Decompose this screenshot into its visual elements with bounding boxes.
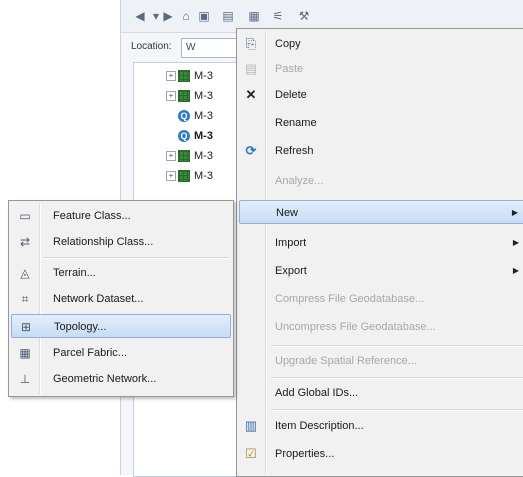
geometric-network-icon: ⊥ bbox=[19, 372, 31, 386]
back-arrow-icon[interactable]: ◀ bbox=[133, 9, 147, 23]
tree-item[interactable]: + M-3 bbox=[134, 67, 246, 85]
menu-item-label: Copy bbox=[275, 38, 301, 50]
query-icon: Q bbox=[178, 110, 190, 122]
tree-item[interactable]: Q M-3 bbox=[134, 107, 246, 125]
tree-item[interactable]: + M-3 bbox=[134, 87, 246, 105]
menu-item-paste[interactable]: ▤ Paste bbox=[239, 57, 523, 81]
expand-icon[interactable]: + bbox=[166, 71, 176, 81]
location-value: W bbox=[186, 42, 196, 53]
network-dataset-icon: ⌗ bbox=[21, 292, 29, 306]
location-label: Location: bbox=[131, 41, 172, 52]
menu-item-label: Item Description... bbox=[275, 420, 364, 432]
menu-item-label: Export bbox=[275, 265, 307, 277]
tool-icon[interactable]: ⚒ bbox=[297, 9, 311, 23]
menu-item-label: Properties... bbox=[275, 448, 335, 460]
menu-separator bbox=[271, 377, 523, 379]
menu-item-label: Delete bbox=[275, 89, 307, 101]
table-icon bbox=[178, 70, 190, 82]
submenu-item-geometric-network[interactable]: ⊥ Geometric Network... bbox=[11, 367, 231, 391]
expand-icon[interactable]: + bbox=[166, 151, 176, 161]
tree-item-label: M-3 bbox=[194, 70, 213, 82]
menu-item-properties[interactable]: ☑ Properties... bbox=[239, 442, 523, 466]
expand-icon[interactable]: + bbox=[166, 91, 176, 101]
menu-item-label: New bbox=[276, 207, 299, 219]
tree-item[interactable]: + M-3 bbox=[134, 147, 246, 165]
menu-item-copy[interactable]: ⎘ Copy bbox=[239, 32, 523, 56]
menu-item-label: Refresh bbox=[275, 145, 314, 157]
menu-item-label: Feature Class... bbox=[53, 210, 131, 222]
menu-item-label: Relationship Class... bbox=[53, 236, 154, 248]
table-icon bbox=[178, 170, 190, 182]
menu-item-item-description[interactable]: ▥ Item Description... bbox=[239, 414, 523, 438]
menu-separator bbox=[271, 409, 523, 411]
menu-item-uncompress[interactable]: Uncompress File Geodatabase... bbox=[239, 315, 523, 339]
query-icon: Q bbox=[178, 130, 190, 142]
submenu-item-relationship-class[interactable]: ⇄ Relationship Class... bbox=[11, 230, 231, 254]
parcel-fabric-icon: ▦ bbox=[19, 346, 31, 360]
delete-icon: ✕ bbox=[245, 87, 257, 102]
expand-icon[interactable]: + bbox=[166, 171, 176, 181]
submenu-item-terrain[interactable]: ◬ Terrain... bbox=[11, 261, 231, 285]
submenu-item-network-dataset[interactable]: ⌗ Network Dataset... bbox=[11, 287, 231, 311]
menu-separator bbox=[43, 257, 229, 259]
menu-item-label: Import bbox=[275, 237, 307, 249]
menu-item-label: Topology... bbox=[54, 321, 107, 333]
topology-icon: ⊞ bbox=[20, 320, 32, 334]
view-icon[interactable]: ▦ bbox=[247, 9, 261, 23]
tree-item-label: M-3 bbox=[194, 170, 213, 182]
menu-item-label: Upgrade Spatial Reference... bbox=[275, 355, 417, 367]
menu-item-analyze[interactable]: Analyze... bbox=[239, 169, 523, 193]
connect-folder-icon[interactable]: ▤ bbox=[221, 9, 235, 23]
menu-item-label: Geometric Network... bbox=[53, 373, 157, 385]
forward-arrow-icon[interactable]: ▶ bbox=[161, 9, 175, 23]
tree-item-label: M-3 bbox=[194, 110, 213, 122]
properties-icon: ☑ bbox=[245, 446, 257, 461]
copy-icon: ⎘ bbox=[245, 36, 257, 51]
table-icon bbox=[178, 90, 190, 102]
menu-item-label: Compress File Geodatabase... bbox=[275, 293, 425, 305]
submenu-item-topology[interactable]: ⊞ Topology... bbox=[11, 314, 231, 338]
menu-separator bbox=[271, 345, 523, 347]
menu-item-compress[interactable]: Compress File Geodatabase... bbox=[239, 287, 523, 311]
menu-item-label: Uncompress File Geodatabase... bbox=[275, 321, 436, 333]
menu-item-add-global-ids[interactable]: Add Global IDs... bbox=[239, 381, 523, 405]
context-menu: ⎘ Copy ▤ Paste ✕ Delete Rename ⟳ Refresh… bbox=[236, 28, 523, 477]
menu-item-new[interactable]: New ▶ bbox=[239, 200, 523, 224]
menu-item-import[interactable]: Import ▶ bbox=[239, 231, 523, 255]
menu-item-label: Analyze... bbox=[275, 175, 324, 187]
submenu-arrow-icon: ▶ bbox=[512, 238, 519, 247]
feature-class-icon: ▭ bbox=[19, 209, 31, 223]
relationship-class-icon: ⇄ bbox=[19, 235, 31, 249]
home-icon[interactable]: ⌂ bbox=[179, 9, 193, 23]
submenu-arrow-icon: ▶ bbox=[512, 266, 519, 275]
submenu-item-feature-class[interactable]: ▭ Feature Class... bbox=[11, 204, 231, 228]
options-icon[interactable]: ⚟ bbox=[271, 9, 285, 23]
menu-item-upgrade[interactable]: Upgrade Spatial Reference... bbox=[239, 349, 523, 373]
tree-item-label: M-3 bbox=[194, 130, 213, 142]
terrain-icon: ◬ bbox=[20, 266, 30, 280]
menu-item-label: Paste bbox=[275, 63, 304, 75]
menu-item-label: Terrain... bbox=[53, 267, 96, 279]
submenu-item-parcel-fabric[interactable]: ▦ Parcel Fabric... bbox=[11, 341, 231, 365]
tree-item[interactable]: Q M-3 bbox=[134, 127, 246, 145]
submenu-arrow-icon: ▶ bbox=[511, 208, 518, 217]
table-icon bbox=[178, 150, 190, 162]
menu-item-refresh[interactable]: ⟳ Refresh bbox=[239, 139, 523, 163]
item-description-icon: ▥ bbox=[244, 418, 258, 433]
menu-item-delete[interactable]: ✕ Delete bbox=[239, 83, 523, 107]
tree-item-label: M-3 bbox=[194, 150, 213, 162]
menu-item-label: Add Global IDs... bbox=[275, 387, 359, 399]
menu-item-label: Rename bbox=[275, 117, 317, 129]
menu-item-label: Network Dataset... bbox=[53, 293, 144, 305]
folder-up-icon[interactable]: ▣ bbox=[197, 9, 211, 23]
refresh-icon: ⟳ bbox=[245, 143, 257, 158]
menu-item-rename[interactable]: Rename bbox=[239, 111, 523, 135]
menu-item-export[interactable]: Export ▶ bbox=[239, 259, 523, 283]
menu-item-label: Parcel Fabric... bbox=[53, 347, 127, 359]
tree-item[interactable]: + M-3 bbox=[134, 167, 246, 185]
tree-item-label: M-3 bbox=[194, 90, 213, 102]
paste-icon: ▤ bbox=[244, 61, 258, 76]
new-submenu: ▭ Feature Class... ⇄ Relationship Class.… bbox=[8, 200, 234, 397]
